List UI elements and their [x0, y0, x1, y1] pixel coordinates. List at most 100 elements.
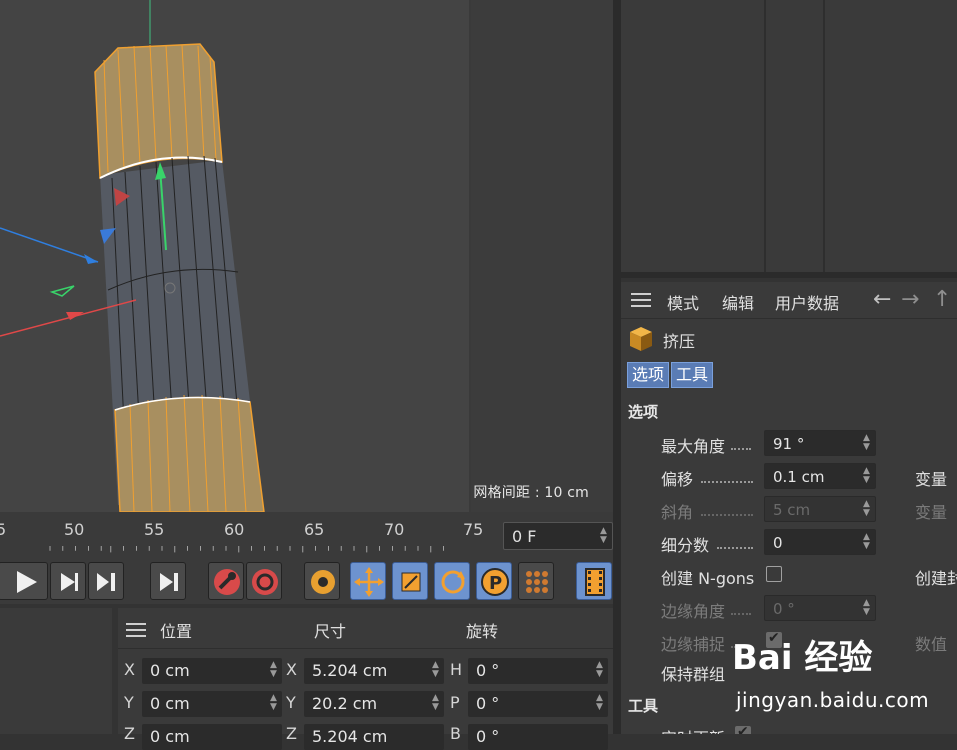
timeline-ruler[interactable]: 5 50 55 60 65 70 75 0 F ▲ ▼ — [0, 512, 613, 558]
3d-viewport[interactable]: 网格间距 : 10 cm — [0, 0, 613, 512]
scale-keys-button[interactable] — [392, 562, 428, 600]
subdivision-label: 细分数 — [661, 536, 710, 555]
spinner-icon[interactable]: ▲ ▼ — [432, 661, 440, 681]
position-header: 位置 — [160, 622, 193, 641]
axis-label: Y — [124, 693, 134, 712]
scale-icon — [401, 572, 421, 592]
coordinates-manager: 位置 尺寸 旋转 X 0 cm ▲ ▼ Y 0 cm ▲ ▼ Z 0 cm X 5.20… — [0, 604, 613, 750]
point-level-animation-button[interactable] — [518, 562, 554, 600]
tab-options[interactable]: 选项 — [627, 362, 670, 388]
subdivision-field[interactable]: 0 ▲ ▼ — [764, 529, 876, 555]
grid-spacing-label: 网格间距 : 10 cm — [473, 485, 589, 501]
bevel-field[interactable]: 5 cm ▲ ▼ — [764, 496, 876, 522]
go-to-end-icon — [160, 573, 178, 591]
parameter-p-icon: P — [481, 568, 509, 596]
next-frame-button[interactable] — [50, 562, 86, 600]
panel-divider[interactable] — [613, 0, 621, 734]
rotate-keys-button[interactable] — [434, 562, 470, 600]
max-angle-field[interactable]: 91 ° ▲ ▼ — [764, 430, 876, 456]
rotate-icon — [441, 570, 465, 594]
hamburger-menu-icon[interactable] — [631, 293, 651, 307]
menu-mode[interactable]: 模式 — [667, 290, 699, 314]
play-icon — [17, 571, 37, 593]
size-x-field[interactable]: 5.204 cm ▲ ▼ — [304, 658, 444, 684]
realtime-update-label: 实时更新 — [661, 725, 725, 734]
spinner-icon[interactable]: ▲ ▼ — [596, 694, 604, 714]
size-y-field[interactable]: 20.2 cm ▲ ▼ — [304, 691, 444, 717]
axis-label: X — [124, 660, 135, 679]
position-y-field[interactable]: 0 cm ▲ ▼ — [142, 691, 282, 717]
row-subdivision: 细分数 0 ▲ ▼ — [621, 527, 957, 557]
play-button[interactable] — [0, 562, 48, 600]
spinner-icon[interactable]: ▲ ▼ — [863, 533, 871, 553]
auto-key-button[interactable] — [246, 562, 282, 600]
tick-label: 65 — [304, 520, 325, 539]
object-manager[interactable] — [621, 0, 957, 278]
bevel-variation-label: 变量 — [915, 503, 948, 522]
offset-field[interactable]: 0.1 cm ▲ ▼ — [764, 463, 876, 489]
spinner-icon[interactable]: ▲ ▼ — [863, 500, 871, 520]
column-divider — [764, 0, 766, 272]
spinner-icon[interactable]: ▲ ▼ — [270, 661, 278, 681]
rotation-p-field[interactable]: 0 ° ▲ ▼ — [468, 691, 608, 717]
coordinates-panel: 位置 尺寸 旋转 X 0 cm ▲ ▼ Y 0 cm ▲ ▼ Z 0 cm X 5.20… — [118, 608, 613, 750]
position-z-field[interactable]: 0 cm — [142, 724, 282, 750]
row-offset: 偏移 0.1 cm ▲ ▼ 变量 — [621, 461, 957, 491]
tab-tools[interactable]: 工具 — [671, 362, 714, 388]
keyframe-settings-button[interactable] — [304, 562, 340, 600]
transport-toolbar: P — [0, 558, 613, 604]
timeline-film-button[interactable] — [576, 562, 612, 600]
dot-grid-icon — [526, 571, 548, 593]
ruler-ticks — [49, 546, 444, 553]
spinner-icon[interactable]: ▲ ▼ — [432, 694, 440, 714]
edge-angle-label: 边缘角度 — [661, 602, 726, 621]
parameter-keys-button[interactable]: P — [476, 562, 512, 600]
axis-label: Y — [286, 693, 296, 712]
up-arrow-icon[interactable]: ↑ — [933, 287, 951, 312]
row-max-angle: 最大角度 91 ° ▲ ▼ — [621, 428, 957, 458]
next-key-button[interactable] — [88, 562, 124, 600]
axis-label: X — [286, 660, 297, 679]
current-frame-field[interactable]: 0 F ▲ ▼ — [503, 522, 613, 550]
go-to-end-button[interactable] — [150, 562, 186, 600]
record-key-button[interactable] — [208, 562, 244, 600]
bevel-label: 斜角 — [661, 503, 694, 522]
row-realtime-update: 实时更新 — [621, 720, 957, 734]
spinner-icon[interactable]: ▲ ▼ — [270, 694, 278, 714]
rotation-h-field[interactable]: 0 ° ▲ ▼ — [468, 658, 608, 684]
edge-angle-field[interactable]: 0 ° ▲ ▼ — [764, 595, 876, 621]
materials-panel[interactable] — [0, 608, 112, 734]
axis-label: P — [450, 693, 460, 712]
auto-key-icon — [252, 569, 278, 595]
spinner-icon[interactable]: ▲ ▼ — [863, 467, 871, 487]
create-ngons-label: 创建 N-gons — [661, 569, 755, 588]
spinner-icon[interactable]: ▲ ▼ — [863, 599, 871, 619]
move-keys-button[interactable] — [350, 562, 386, 600]
realtime-update-checkbox[interactable] — [735, 724, 751, 734]
create-ngons-checkbox[interactable] — [766, 566, 782, 582]
tick-label: 70 — [384, 520, 405, 539]
size-z-field[interactable]: 5.204 cm — [304, 724, 444, 750]
back-arrow-icon[interactable]: ← — [873, 287, 891, 312]
spinner-icon[interactable]: ▲ ▼ — [600, 527, 608, 547]
baidu-logo: Bai 经验 — [732, 638, 873, 678]
spinner-icon[interactable]: ▲ ▼ — [863, 434, 871, 454]
offset-variation-label: 变量 — [915, 470, 948, 489]
section-options-heading: 选项 — [628, 403, 659, 421]
forward-arrow-icon[interactable]: → — [901, 287, 919, 312]
rotation-header: 旋转 — [466, 622, 499, 641]
spinner-icon[interactable]: ▲ ▼ — [596, 661, 604, 681]
axis-label: H — [450, 660, 463, 679]
row-bevel: 斜角 5 cm ▲ ▼ 变量 — [621, 494, 957, 524]
position-x-field[interactable]: 0 cm ▲ ▼ — [142, 658, 282, 684]
tick-label: 75 — [463, 520, 484, 539]
menu-user-data[interactable]: 用户数据 — [775, 290, 839, 314]
menu-edit[interactable]: 编辑 — [722, 290, 754, 314]
row-create-ngons: 创建 N-gons 创建封 — [621, 560, 957, 590]
tick-label: 50 — [64, 520, 85, 539]
size-header: 尺寸 — [314, 622, 347, 641]
rotation-b-field[interactable]: 0 ° — [468, 724, 608, 750]
tick-label: 55 — [144, 520, 165, 539]
hamburger-menu-icon[interactable] — [126, 623, 146, 637]
attribute-menu-bar: 模式 编辑 用户数据 ← → ↑ — [621, 282, 957, 319]
